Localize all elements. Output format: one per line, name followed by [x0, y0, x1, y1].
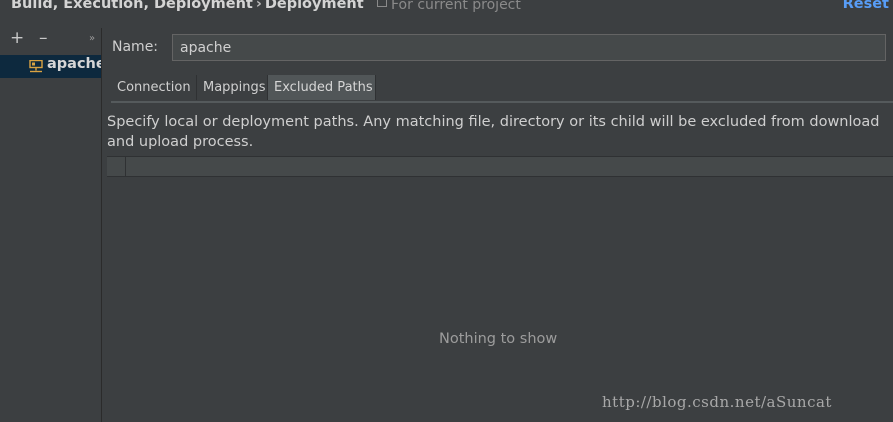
tab-connection[interactable]: Connection	[111, 75, 197, 100]
empty-state-text: Nothing to show	[439, 331, 558, 347]
breadcrumb-item-deployment: Deployment	[264, 0, 364, 12]
watermark: http://blog.csdn.net/aSuncat	[602, 393, 832, 411]
table-header-checkbox-column[interactable]	[107, 157, 126, 176]
excluded-paths-description: Specify local or deployment paths. Any m…	[107, 114, 880, 150]
server-list-panel: + – » apache	[0, 28, 102, 422]
project-scope-icon	[377, 0, 387, 7]
breadcrumb: Build, Execution, Deployment › Deployment	[11, 0, 364, 12]
excluded-paths-table[interactable]: Nothing to show	[107, 156, 893, 422]
reset-link[interactable]: Reset	[843, 0, 889, 12]
table-header	[107, 156, 893, 177]
server-list-item-apache[interactable]: apache	[0, 55, 101, 78]
more-actions-button[interactable]: »	[89, 29, 95, 49]
remove-server-button[interactable]: –	[39, 28, 48, 48]
scope-text: For current project	[391, 0, 521, 13]
server-list-item-label: apache	[47, 56, 101, 72]
scope-indicator: For current project	[377, 0, 521, 13]
breadcrumb-item-build-execution-deployment[interactable]: Build, Execution, Deployment	[11, 0, 253, 12]
name-field[interactable]	[172, 34, 886, 61]
tab-mappings[interactable]: Mappings	[197, 75, 268, 100]
add-server-button[interactable]: +	[10, 28, 24, 48]
server-icon	[29, 59, 43, 73]
tabs-divider	[111, 101, 893, 103]
server-list-toolbar: + – »	[0, 28, 101, 52]
name-label: Name:	[112, 39, 159, 55]
settings-header: Build, Execution, Deployment › Deployment …	[0, 0, 893, 18]
breadcrumb-separator: ›	[255, 0, 262, 12]
tab-excluded-paths[interactable]: Excluded Paths	[268, 75, 376, 100]
